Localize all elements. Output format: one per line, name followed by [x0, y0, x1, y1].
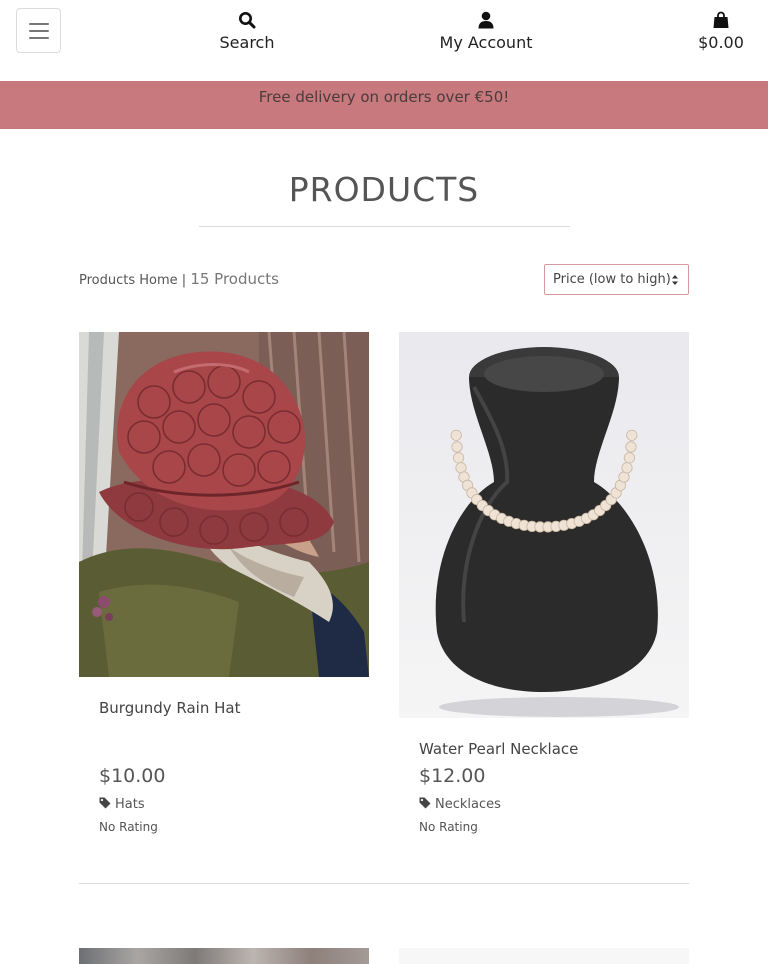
shopping-bag-link[interactable]: $0.00 [691, 10, 751, 52]
pearl-bead [451, 441, 463, 453]
product-rating: No Rating [99, 820, 158, 834]
breadcrumb-products-home[interactable]: Products Home [79, 273, 178, 288]
my-account-label: My Account [439, 33, 533, 52]
pearl-bead [450, 429, 462, 441]
product-price: $12.00 [419, 765, 486, 787]
pearl-bead [623, 452, 635, 464]
top-navbar: Search My Account $0.00 [0, 0, 768, 81]
hamburger-line [29, 23, 49, 25]
page-title: PRODUCTS [288, 170, 480, 209]
product-price: $10.00 [99, 765, 166, 787]
hamburger-menu-button[interactable] [16, 8, 61, 53]
pearl-bead [626, 429, 638, 441]
my-account-link[interactable]: My Account [431, 10, 541, 52]
tag-icon [419, 797, 431, 809]
product-card[interactable]: Burgundy Rain Hat $10.00 Hats No Rating [79, 332, 369, 852]
select-arrows-icon [672, 275, 678, 285]
search-link[interactable]: Search [205, 10, 289, 52]
sort-select[interactable]: Price (low to high) [544, 264, 689, 295]
breadcrumb: Products Home | 15 Products [79, 270, 279, 288]
product-count: 15 Products [190, 270, 279, 288]
shopping-bag-icon [713, 11, 729, 28]
product-image-water-pearl-necklace[interactable] [399, 332, 689, 718]
product-image-next-row[interactable] [79, 948, 369, 964]
delivery-banner: Free delivery on orders over €50! [0, 81, 768, 129]
product-image-next-row[interactable] [399, 948, 689, 964]
sort-selected-value: Price (low to high) [553, 272, 671, 287]
product-category[interactable]: Hats [99, 797, 145, 812]
bag-total: $0.00 [698, 33, 744, 52]
delivery-banner-text: Free delivery on orders over €50! [258, 88, 510, 106]
product-name[interactable]: Burgundy Rain Hat [99, 699, 240, 717]
search-label: Search [219, 33, 275, 52]
user-icon [478, 11, 494, 29]
product-category-label: Hats [115, 797, 145, 812]
product-rating: No Rating [419, 820, 478, 834]
search-icon [239, 12, 256, 29]
hamburger-line [29, 30, 49, 32]
pearl-bead [621, 462, 633, 474]
pearl-bead [452, 452, 465, 464]
breadcrumb-separator: | [181, 273, 187, 288]
product-category-label: Necklaces [435, 797, 501, 812]
product-category[interactable]: Necklaces [419, 797, 501, 812]
product-card[interactable]: Water Pearl Necklace $12.00 Necklaces No… [399, 332, 689, 852]
hamburger-line [29, 37, 49, 39]
product-name[interactable]: Water Pearl Necklace [419, 740, 578, 758]
tag-icon [99, 797, 111, 809]
title-divider [199, 226, 570, 227]
product-row-divider [79, 883, 689, 884]
pearl-bead [625, 441, 637, 453]
product-image-burgundy-rain-hat[interactable] [79, 332, 369, 677]
